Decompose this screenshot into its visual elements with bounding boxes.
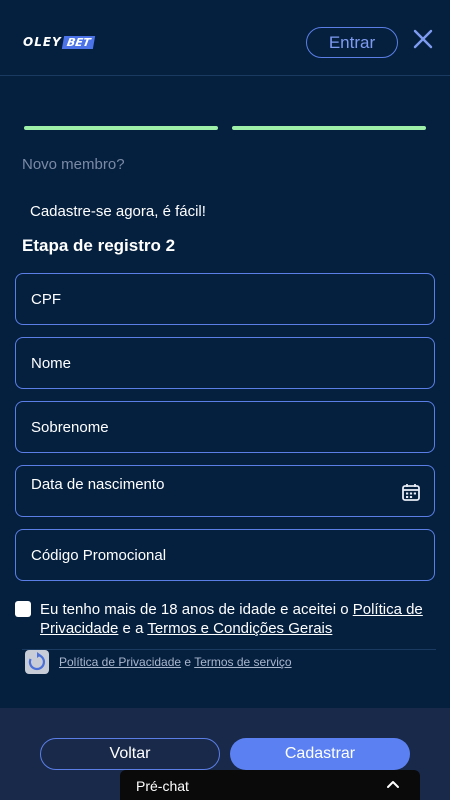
last-name-placeholder: Sobrenome bbox=[31, 419, 109, 436]
submit-button[interactable]: Cadastrar bbox=[230, 738, 410, 770]
recaptcha-notice: Política de Privacidade e Termos de serv… bbox=[59, 655, 292, 669]
recaptcha-and: e bbox=[181, 655, 195, 669]
recaptcha-terms-link[interactable]: Termos de serviço bbox=[194, 655, 291, 669]
prechat-widget[interactable]: Pré-chat bbox=[120, 770, 420, 800]
age-terms-checkbox[interactable] bbox=[15, 601, 31, 617]
first-name-placeholder: Nome bbox=[31, 355, 72, 372]
step-title: Etapa de registro 2 bbox=[22, 236, 176, 255]
prechat-label: Pré-chat bbox=[136, 778, 189, 794]
progress-step-1 bbox=[24, 126, 218, 130]
back-button[interactable]: Voltar bbox=[40, 738, 220, 770]
terms-text-middle: e a bbox=[118, 620, 148, 637]
signup-subtitle: Cadastre-se agora, é fácil! bbox=[30, 203, 206, 220]
calendar-icon[interactable] bbox=[401, 482, 421, 502]
close-icon[interactable] bbox=[412, 28, 434, 50]
terms-conditions-link[interactable]: Termos e Condições Gerais bbox=[147, 620, 332, 637]
chevron-up-icon[interactable] bbox=[386, 778, 400, 790]
logo-text-bet: BET bbox=[61, 35, 96, 49]
cpf-placeholder: CPF bbox=[31, 291, 61, 308]
divider bbox=[22, 649, 436, 650]
recaptcha-privacy-link[interactable]: Política de Privacidade bbox=[59, 655, 181, 669]
recaptcha-icon bbox=[25, 650, 49, 674]
cpf-field[interactable]: CPF bbox=[15, 273, 435, 325]
birthdate-field[interactable]: Data de nascimento bbox=[15, 465, 435, 517]
promo-code-field[interactable]: Código Promocional bbox=[15, 529, 435, 581]
promo-code-placeholder: Código Promocional bbox=[31, 547, 167, 564]
last-name-field[interactable]: Sobrenome bbox=[15, 401, 435, 453]
age-terms-text: Eu tenho mais de 18 anos de idade e acei… bbox=[40, 600, 440, 638]
brand-logo[interactable]: OLEY BET bbox=[23, 35, 96, 49]
header: OLEY BET Entrar bbox=[0, 0, 450, 76]
first-name-field[interactable]: Nome bbox=[15, 337, 435, 389]
login-button[interactable]: Entrar bbox=[306, 27, 398, 58]
progress-step-2 bbox=[232, 126, 426, 130]
birthdate-placeholder: Data de nascimento bbox=[31, 476, 165, 493]
terms-text-before: Eu tenho mais de 18 anos de idade e acei… bbox=[40, 601, 353, 618]
logo-text-oley: OLEY bbox=[23, 35, 62, 49]
new-member-text: Novo membro? bbox=[22, 156, 125, 173]
